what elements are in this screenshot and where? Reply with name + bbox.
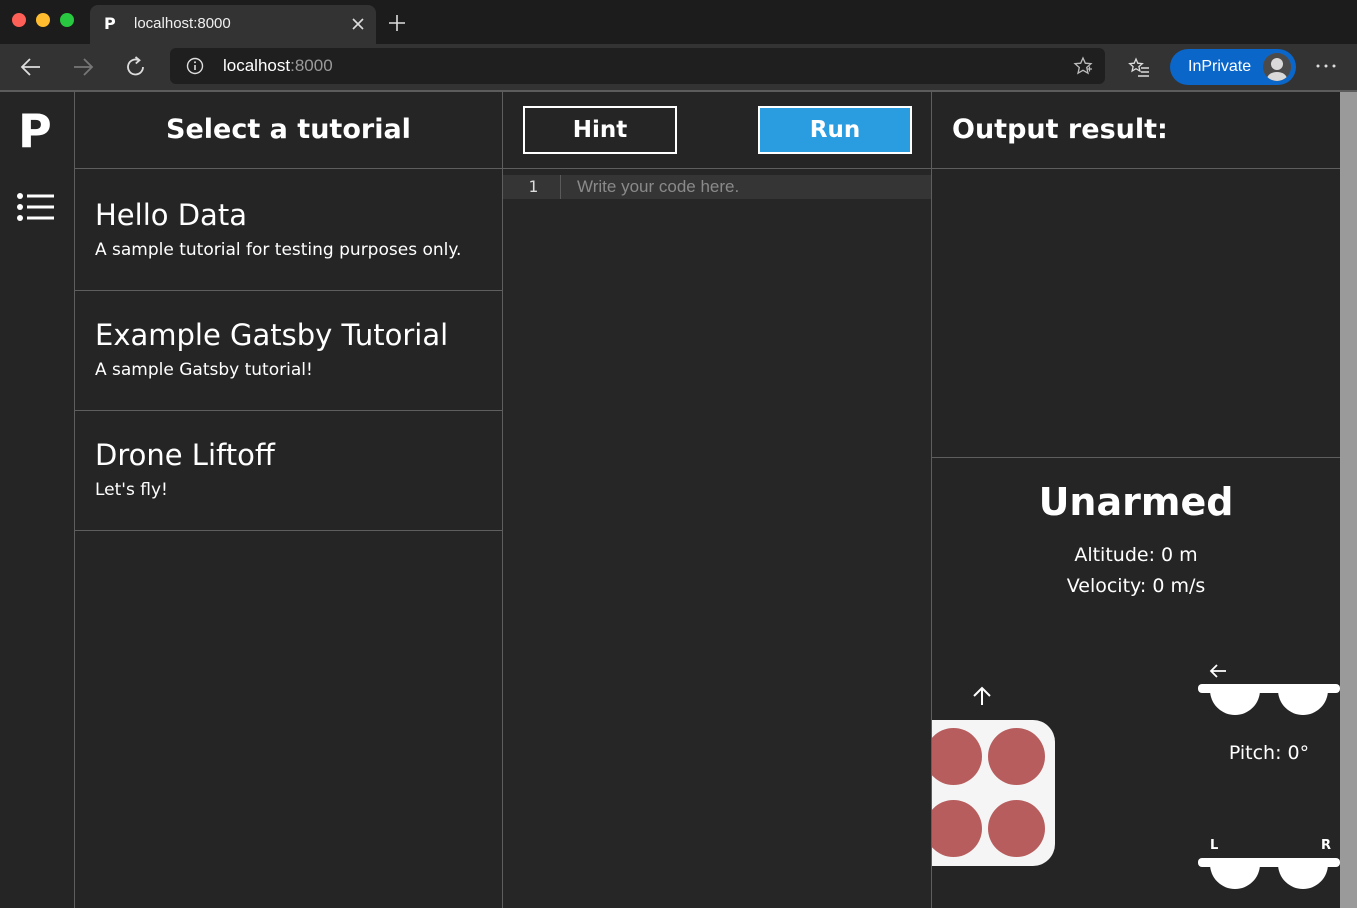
tutorial-name: Hello Data [95,198,247,232]
editor-panel: Hint Run 1 Write your code here. [503,92,932,908]
left-arrow-icon [1209,664,1226,678]
line-number: 1 [503,175,561,199]
inprivate-button[interactable]: InPrivate [1170,49,1296,85]
app: P Select a tutorial Hello Data A sample … [0,90,1357,908]
tutorial-description: Let's fly! [95,480,168,500]
logo: P [18,104,52,158]
browser-tab[interactable]: P localhost:8000 [90,5,376,44]
tutorial-panel: Select a tutorial Hello Data A sample tu… [75,92,503,908]
tutorial-item-drone-liftoff[interactable]: Drone Liftoff Let's fly! [75,410,502,531]
scrollbar[interactable] [1340,92,1357,908]
altitude-readout: Altitude: 0 m [1074,544,1198,566]
inprivate-label: InPrivate [1188,58,1252,75]
tutorial-description: A sample tutorial for testing purposes o… [95,240,462,260]
pitch-readout: Pitch: 0° [1228,742,1310,764]
output-title: Output result: [952,114,1168,145]
editor-header: Hint Run [503,92,931,169]
minimize-window-button[interactable] [36,13,50,27]
close-icon[interactable] [350,16,366,32]
rotor [988,728,1045,785]
tutorial-item-example-gatsby[interactable]: Example Gatsby Tutorial A sample Gatsby … [75,290,502,411]
page-title: Select a tutorial [166,114,411,145]
back-arrow-icon[interactable] [18,54,44,80]
forward-arrow-icon[interactable] [70,54,96,80]
tutorial-item-hello-data[interactable]: Hello Data A sample tutorial for testing… [75,170,502,291]
roll-indicator [1198,858,1340,889]
new-tab-icon[interactable] [386,12,408,34]
velocity-readout: Velocity: 0 m/s [1066,575,1206,597]
run-button[interactable]: Run [758,106,912,154]
favorites-icon[interactable] [1128,57,1150,79]
rotor [932,800,982,857]
drone-top-view [932,720,1055,866]
drone-status: Unarmed [1038,480,1234,524]
rotor [932,728,982,785]
code-placeholder: Write your code here. [577,177,740,196]
tutorial-name: Drone Liftoff [95,438,275,472]
hint-button[interactable]: Hint [523,106,677,154]
roll-left-label: L [1210,838,1219,853]
refresh-icon[interactable] [123,54,149,80]
url-text: localhost:8000 [223,56,333,75]
sidebar: P [0,92,75,908]
pitch-indicator [1198,684,1340,715]
more-icon[interactable] [1314,56,1338,76]
output-header: Output result: [932,92,1340,169]
roll-right-label: R [1321,838,1332,853]
info-icon[interactable] [186,57,204,75]
browser-toolbar: localhost:8000 InPrivate [0,44,1357,90]
browser-tab-bar: P localhost:8000 [0,0,1357,44]
output-area [932,170,1340,458]
address-bar[interactable]: localhost:8000 [170,48,1105,84]
rotor [988,800,1045,857]
up-arrow-icon [973,686,991,705]
close-window-button[interactable] [12,13,26,27]
tutorial-description: A sample Gatsby tutorial! [95,360,313,380]
avatar [1263,53,1291,81]
code-editor[interactable]: 1 Write your code here. [503,170,931,908]
tutorial-name: Example Gatsby Tutorial [95,318,449,352]
maximize-window-button[interactable] [60,13,74,27]
favicon-icon: P [104,14,116,33]
list-icon[interactable] [16,193,56,225]
code-line[interactable]: 1 Write your code here. [503,175,931,199]
star-icon[interactable] [1073,56,1093,76]
tutorial-panel-header: Select a tutorial [75,92,502,169]
output-panel: Output result: Unarmed Altitude: 0 m Vel… [932,92,1340,908]
tab-title: localhost:8000 [134,15,231,32]
